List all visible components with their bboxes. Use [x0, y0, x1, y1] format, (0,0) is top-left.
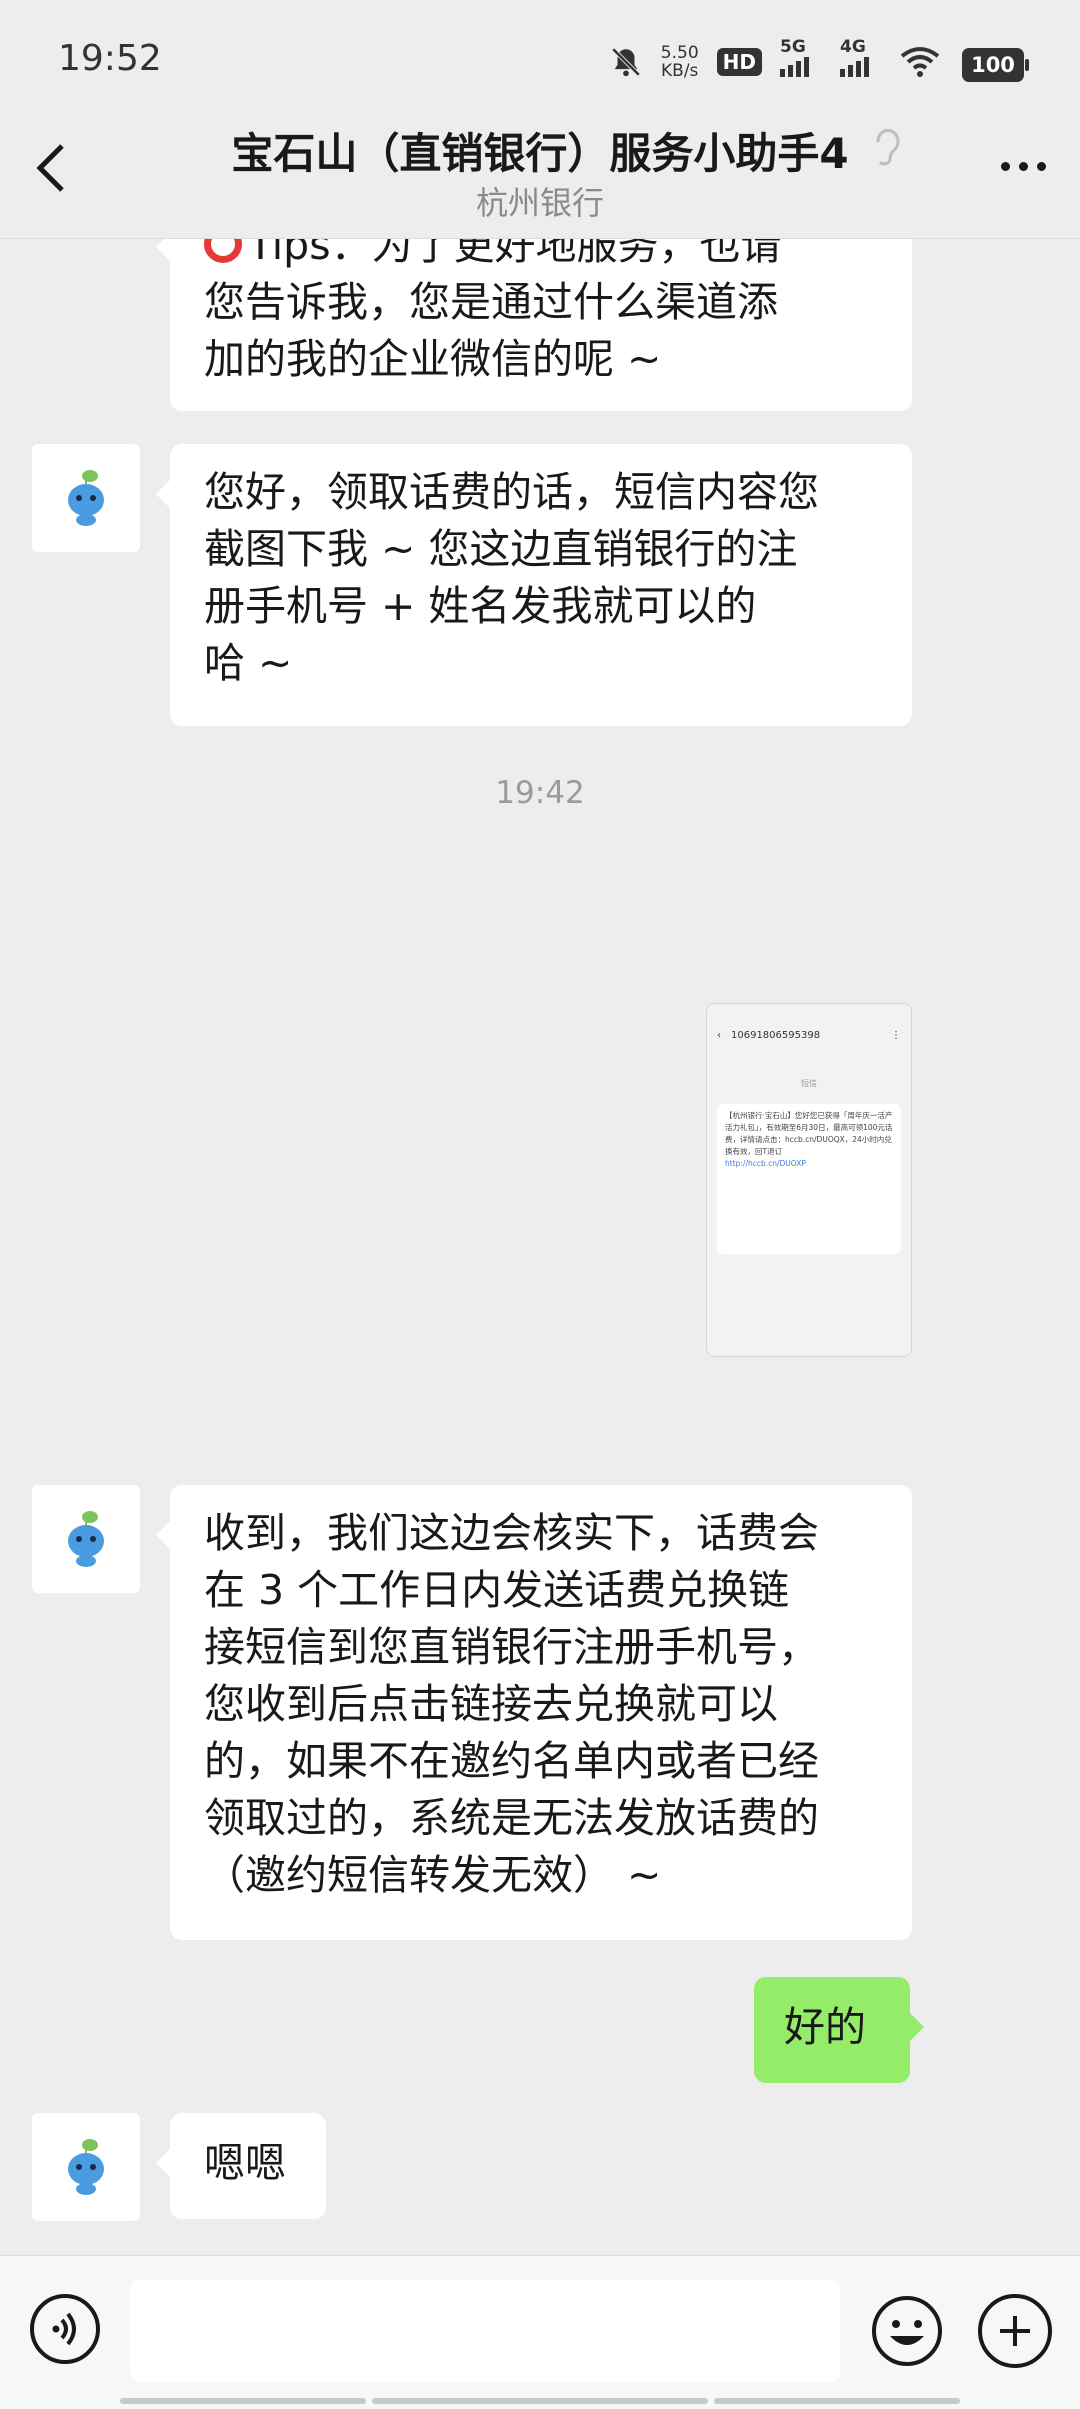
net-speed: 5.50 KB/s	[660, 43, 699, 81]
status-bar: 19:52 5.50 KB/s HD 5G 4G 100	[0, 0, 1080, 120]
message-bubble[interactable]: 收到，我们这边会核实下，话费会 在 3 个工作日内发送话费兑换链 接短信到您直销…	[156, 1485, 912, 1940]
message-line: 收到，我们这边会核实下，话费会	[204, 1509, 819, 1557]
back-arrow-icon: ‹	[717, 1029, 721, 1041]
message-line: 您收到后点击链接去兑换就可以	[204, 1680, 778, 1728]
voice-icon	[52, 2312, 76, 2346]
signal-5g-icon: 5G	[780, 37, 822, 77]
sms-card: 【杭州银行·宝石山】您好您已获得「周年庆一活产活力礼包」，有效期至6月30日，最…	[717, 1104, 901, 1254]
message-line: 好的	[784, 2003, 866, 2051]
message-line: 截图下我 ~ 您这边直销银行的注	[204, 525, 798, 573]
input-bar	[0, 2255, 1080, 2409]
message-bubble[interactable]: Tips：为了更好地服务，也请 您告诉我，您是通过什么渠道添 加的我的企业微信的…	[156, 239, 912, 411]
chat-header: 宝石山（直销银行）服务小助手4 杭州银行	[0, 110, 1080, 239]
emoji-icon[interactable]	[870, 2294, 944, 2368]
voice-button[interactable]	[30, 2294, 100, 2364]
mute-bell-icon	[611, 47, 641, 77]
ear-icon	[876, 128, 900, 166]
mascot-avatar-icon	[68, 470, 104, 526]
message-line: 您好，领取话费的话，短信内容您	[204, 468, 819, 516]
message-line: 您告诉我，您是通过什么渠道添	[204, 278, 778, 326]
message-line: 哈 ~	[204, 639, 293, 687]
message-line: 的，如果不在邀约名单内或者已经	[204, 1737, 819, 1785]
chat-title: 宝石山（直销银行）服务小助手4	[231, 129, 849, 178]
message-line: Tips：为了更好地服务，也请	[204, 239, 878, 274]
message-bubble[interactable]: 您好，领取话费的话，短信内容您 截图下我 ~ 您这边直销银行的注 册手机号 + …	[156, 444, 912, 726]
sms-header: ‹ 10691806595398 ⋮	[707, 1004, 911, 1066]
sms-body: 【杭州银行·宝石山】您好您已获得「周年庆一活产活力礼包」，有效期至6月30日，最…	[725, 1111, 893, 1156]
sms-brand: 短信	[801, 1079, 817, 1088]
gesture-bar	[714, 2398, 960, 2404]
more-icon[interactable]	[1001, 162, 1046, 171]
message-line: 接短信到您直销银行注册手机号，	[204, 1623, 819, 1671]
image-message[interactable]: ‹ 10691806595398 ⋮ 短信 【杭州银行·宝石山】您好您已获得「周…	[706, 1003, 912, 1357]
message-input[interactable]	[130, 2280, 840, 2382]
chat-area[interactable]: Tips：为了更好地服务，也请 您告诉我，您是通过什么渠道添 加的我的企业微信的…	[0, 239, 1080, 2255]
message-line: （邀约短信转发无效） ~	[204, 1851, 662, 1899]
mascot-avatar-icon	[68, 1511, 104, 1567]
gesture-bar	[120, 2398, 366, 2404]
status-icons: 5.50 KB/s HD 5G 4G	[609, 37, 940, 81]
status-time: 19:52	[58, 38, 162, 79]
chat-subtitle: 杭州银行	[475, 184, 604, 222]
message-bubble[interactable]: 好的	[754, 1977, 924, 2083]
wifi-icon	[900, 47, 940, 77]
message-line: 加的我的企业微信的呢 ~	[204, 335, 662, 383]
plus-icon[interactable]	[978, 2294, 1052, 2368]
message-line: 册手机号 + 姓名发我就可以的	[204, 582, 757, 630]
sms-link: http://hccb.cn/DUOXP	[725, 1159, 806, 1168]
sms-options-icon: ⋮	[891, 1029, 901, 1041]
avatar[interactable]	[32, 1485, 140, 1593]
sms-number: 10691806595398	[731, 1029, 821, 1041]
avatar[interactable]	[32, 2113, 140, 2221]
message-line: 在 3 个工作日内发送话费兑换链	[204, 1566, 790, 1614]
avatar[interactable]	[32, 444, 140, 552]
time-separator: 19:42	[495, 775, 585, 811]
gesture-bar	[372, 2398, 708, 2404]
red-circle-icon	[204, 239, 242, 263]
signal-4g-icon: 4G	[840, 37, 882, 77]
mascot-avatar-icon	[68, 2139, 104, 2195]
message-bubble[interactable]: 嗯嗯	[156, 2113, 326, 2219]
message-line: 领取过的，系统是无法发放话费的	[204, 1794, 819, 1842]
message-line: 嗯嗯	[204, 2139, 286, 2187]
battery-icon: 100	[962, 48, 1029, 82]
hd-badge: HD	[716, 48, 762, 76]
